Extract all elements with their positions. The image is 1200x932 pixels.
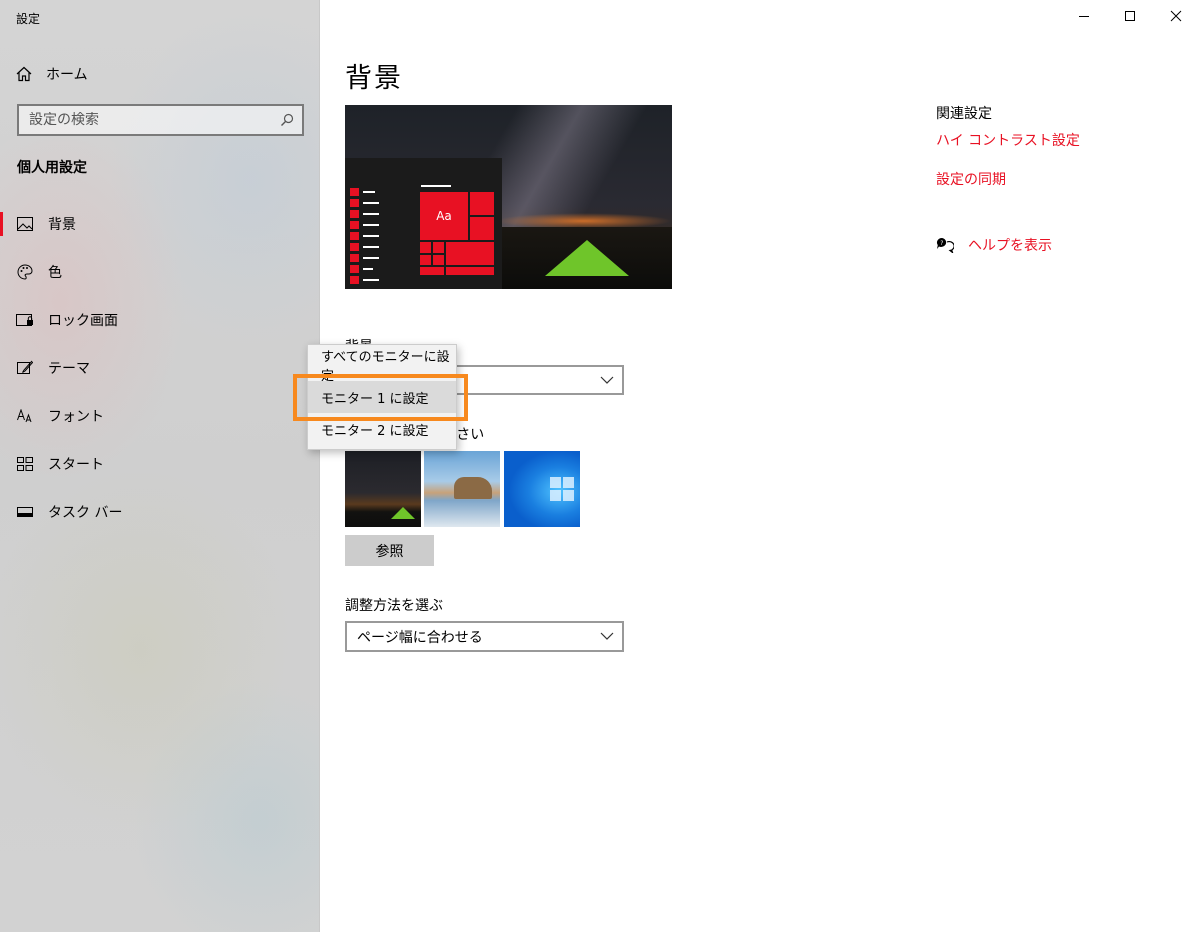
sidebar-item-label: タスク バー	[48, 505, 123, 521]
lock-screen-icon	[16, 311, 34, 329]
settings-search-box[interactable]	[17, 104, 304, 136]
home-icon	[16, 66, 32, 82]
minimize-button[interactable]	[1061, 0, 1107, 32]
home-nav[interactable]: ホーム	[16, 64, 88, 84]
help-label: ヘルプを表示	[968, 238, 1052, 254]
preview-tile-aa: Aa	[420, 192, 468, 240]
page-title: 背景	[345, 63, 403, 94]
theme-brush-icon	[16, 359, 34, 377]
sidebar-item-start[interactable]: スタート	[0, 440, 320, 488]
related-settings-title: 関連設定	[936, 106, 992, 122]
help-chat-icon: ?	[936, 237, 954, 253]
wallpaper-thumbnail-beach[interactable]	[424, 451, 500, 527]
minimize-icon	[1079, 16, 1089, 17]
preview-tent	[545, 240, 629, 276]
preview-tiles: Aa	[420, 192, 496, 280]
home-label: ホーム	[46, 67, 88, 83]
chevron-down-icon	[600, 632, 614, 640]
sidebar: 設定 ホーム 個人用設定 背景 色 ロック画面 テーマ フォント	[0, 0, 320, 932]
get-help-link[interactable]: ? ヘルプを表示	[936, 235, 1052, 255]
sidebar-item-label: テーマ	[48, 361, 90, 377]
fit-label: 調整方法を選ぶ	[345, 598, 443, 614]
start-grid-icon	[16, 455, 34, 473]
sidebar-item-background[interactable]: 背景	[0, 200, 320, 248]
close-button[interactable]	[1153, 0, 1199, 32]
preview-start-menu: Aa	[345, 158, 502, 289]
fit-select-value: ページ幅に合わせる	[357, 629, 483, 646]
sidebar-item-label: フォント	[48, 409, 104, 425]
windows-logo-icon	[550, 477, 574, 501]
sidebar-item-color[interactable]: 色	[0, 248, 320, 296]
sidebar-item-taskbar[interactable]: タスク バー	[0, 488, 320, 536]
sidebar-nav: 背景 色 ロック画面 テーマ フォント スタート タスク バー	[0, 200, 320, 536]
chevron-down-icon	[600, 376, 614, 384]
sidebar-item-theme[interactable]: テーマ	[0, 344, 320, 392]
maximize-icon	[1125, 11, 1135, 21]
close-icon	[1170, 10, 1182, 22]
maximize-button[interactable]	[1107, 0, 1153, 32]
wallpaper-thumbnail-night-tent[interactable]	[345, 451, 421, 527]
sync-settings-link[interactable]: 設定の同期	[936, 169, 1006, 189]
sidebar-item-fonts[interactable]: フォント	[0, 392, 320, 440]
wallpaper-thumbnail-windows[interactable]	[504, 451, 580, 527]
section-title: 個人用設定	[17, 160, 87, 176]
sidebar-item-label: 背景	[48, 217, 76, 233]
font-icon	[16, 407, 34, 425]
sidebar-item-label: ロック画面	[48, 313, 118, 329]
window-title: 設定	[16, 12, 41, 26]
sidebar-item-lock-screen[interactable]: ロック画面	[0, 296, 320, 344]
search-input[interactable]	[29, 112, 259, 128]
preview-app-list	[350, 186, 379, 285]
desktop-preview: Aa	[345, 105, 672, 289]
svg-text:?: ?	[940, 240, 943, 247]
highlight-annotation-box	[293, 374, 468, 421]
sidebar-item-label: スタート	[48, 457, 104, 473]
search-icon[interactable]	[280, 113, 294, 127]
picture-icon	[16, 215, 34, 233]
fit-select[interactable]: ページ幅に合わせる	[345, 621, 624, 652]
palette-icon	[16, 263, 34, 281]
sidebar-item-label: 色	[48, 265, 62, 281]
browse-button[interactable]: 参照	[345, 535, 434, 566]
taskbar-icon	[16, 503, 34, 521]
high-contrast-link[interactable]: ハイ コントラスト設定	[936, 130, 1080, 150]
